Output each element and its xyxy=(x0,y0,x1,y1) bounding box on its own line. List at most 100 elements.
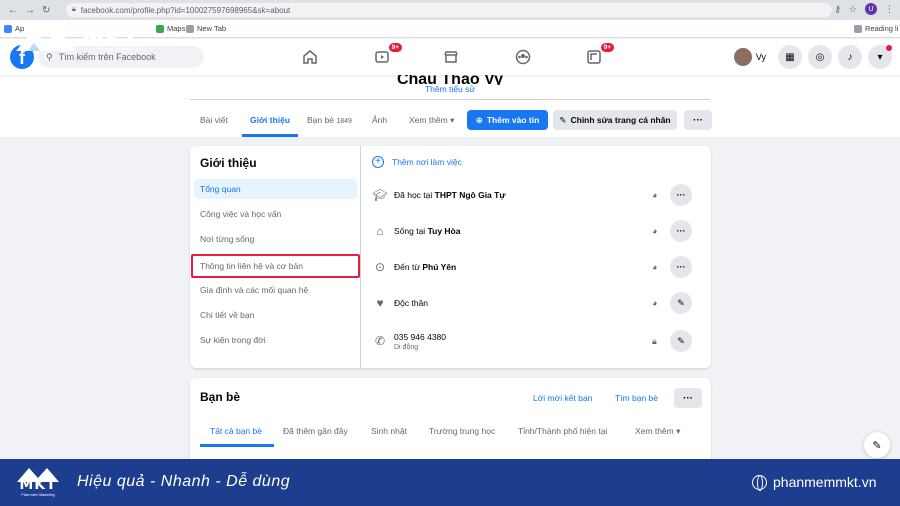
profile-header: Châu Thảo Vy Thêm tiểu sử Bài viết Giới … xyxy=(0,71,900,137)
about-nav-work-education[interactable]: Công việc và học vấn xyxy=(194,204,357,224)
phone-type: Di động xyxy=(394,343,419,351)
friends-tab-birthdays[interactable]: Sinh nhật xyxy=(371,426,407,436)
add-story-button[interactable]: ⊕ Thêm vào tin xyxy=(467,110,548,130)
info-text: Độc thân xyxy=(394,298,429,308)
highlight-box xyxy=(191,254,360,278)
globe-icon[interactable]: ◕ xyxy=(652,190,657,200)
info-text: Đã học tại THPT Ngô Gia Tự xyxy=(394,190,506,200)
bell-icon: ♪ xyxy=(847,51,853,63)
account-button[interactable]: ▾ xyxy=(868,45,892,69)
new-message-button[interactable]: ✎ xyxy=(864,432,890,458)
mkt-mountain-icon xyxy=(17,468,59,482)
about-nav-family[interactable]: Gia đình và các mối quan hệ xyxy=(194,280,357,300)
more-options-button[interactable]: ··· xyxy=(684,110,712,130)
reload-icon[interactable]: ↻ xyxy=(42,5,50,16)
friends-more-button[interactable]: ··· xyxy=(674,388,702,408)
row-options-button[interactable]: ··· xyxy=(670,220,692,242)
caret-down-icon: ▾ xyxy=(450,115,455,125)
menu-grid-button[interactable]: ▦ xyxy=(778,45,802,69)
globe-icon[interactable]: ◕ xyxy=(652,298,657,308)
grid-icon: ▦ xyxy=(785,51,795,63)
ellipsis-icon: ··· xyxy=(693,114,703,126)
header-right-actions: Vy ▦ ◎ ♪ ▾ xyxy=(732,45,892,69)
about-nav-life-events[interactable]: Sự kiện trong đời xyxy=(194,330,357,350)
lock-icon[interactable]: 🔒︎ xyxy=(652,336,657,347)
messenger-button[interactable]: ◎ xyxy=(808,45,832,69)
info-row-phone: ✆ 035 946 4380 Di động 🔒︎ ✎ xyxy=(372,326,692,356)
globe-icon[interactable]: ◕ xyxy=(652,226,657,236)
forward-icon[interactable]: → xyxy=(25,5,35,16)
phone-icon: ✆ xyxy=(374,334,386,348)
add-bio-link[interactable]: Thêm tiểu sử xyxy=(0,84,900,94)
graduation-cap-icon: 🎓︎ xyxy=(372,188,388,202)
add-workplace-link[interactable]: + Thêm nơi làm việc xyxy=(372,156,462,168)
mkt-mountain-icon xyxy=(16,29,76,51)
tab-about[interactable]: Giới thiệu xyxy=(250,115,290,125)
notification-dot xyxy=(886,45,892,51)
bookmark-reading-list[interactable]: Reading li xyxy=(854,24,898,33)
friends-tab-more-label: Xem thêm xyxy=(635,426,674,436)
star-icon[interactable]: ☆ xyxy=(849,4,857,15)
plus-icon: ⊕ xyxy=(475,114,483,125)
edit-row-button[interactable]: ✎ xyxy=(670,292,692,314)
friends-tab-more[interactable]: Xem thêm ▾ xyxy=(635,426,680,437)
pencil-icon: ✎ xyxy=(559,114,567,125)
friends-card: Bạn bè Lời mời kết bạn Tìm bạn bè ··· Tấ… xyxy=(190,378,711,468)
key-icon[interactable]: ⚷ xyxy=(834,4,841,15)
banner-logo-subtitle: Phần mềm Marketing xyxy=(21,493,55,497)
banner-slogan: Hiệu quả - Nhanh - Dễ dùng xyxy=(77,473,291,490)
watch-badge: 9+ xyxy=(388,43,402,52)
find-friends-link[interactable]: Tìm bạn bè xyxy=(615,393,658,403)
edit-profile-label: Chỉnh sửa trang cá nhân xyxy=(570,115,671,125)
marketplace-icon[interactable] xyxy=(441,47,461,67)
browser-profile-avatar[interactable]: U xyxy=(865,3,877,15)
globe-icon xyxy=(752,474,767,491)
home-icon[interactable] xyxy=(300,47,320,67)
profile-shortcut-name: Vy xyxy=(755,52,766,62)
gaming-icon[interactable]: 9+ xyxy=(584,43,614,67)
home-icon: ⌂ xyxy=(376,224,384,238)
browser-toolbar: ← → ↻ 🔒︎ facebook.com/profile.php?id=100… xyxy=(0,0,900,20)
tab-posts[interactable]: Bài viết xyxy=(200,115,228,125)
about-card: Giới thiệu Tổng quan Công việc và học vấ… xyxy=(190,146,711,368)
address-bar[interactable]: 🔒︎ facebook.com/profile.php?id=100027597… xyxy=(66,3,832,17)
apps-icon xyxy=(4,24,12,33)
friends-tab-recent[interactable]: Đã thêm gần đây xyxy=(283,426,348,436)
friend-requests-link[interactable]: Lời mời kết bạn xyxy=(533,393,592,403)
browser-nav: ← → ↻ xyxy=(0,5,64,16)
watch-icon[interactable]: 9+ xyxy=(372,43,402,67)
about-nav-details[interactable]: Chi tiết về bạn xyxy=(194,305,357,325)
notifications-button[interactable]: ♪ xyxy=(838,45,862,69)
bookmark-new-tab[interactable]: New Tab xyxy=(186,24,226,33)
banner-website: phanmemmkt.vn xyxy=(752,474,877,491)
groups-icon[interactable] xyxy=(513,47,533,67)
edit-row-button[interactable]: ✎ xyxy=(670,330,692,352)
row-options-button[interactable]: ··· xyxy=(670,184,692,206)
friends-tab-all[interactable]: Tất cả bạn bè xyxy=(210,426,262,436)
tab-friends[interactable]: Bạn bè 1849 xyxy=(307,115,352,125)
heart-icon: ♥ xyxy=(376,296,384,310)
bookmark-maps[interactable]: Maps xyxy=(156,24,185,33)
tab-more[interactable]: Xem thêm ▾ xyxy=(409,115,454,126)
edit-profile-button[interactable]: ✎ Chỉnh sửa trang cá nhân xyxy=(553,110,677,130)
tab-photos[interactable]: Ảnh xyxy=(372,115,387,125)
about-title: Giới thiệu xyxy=(200,156,257,170)
messenger-icon: ◎ xyxy=(815,51,825,63)
friends-title: Bạn bè xyxy=(200,390,241,404)
info-row-relationship: ♥ Độc thân ◕ ✎ xyxy=(372,291,692,315)
friends-count: 1849 xyxy=(336,118,352,125)
chevron-down-icon: ▾ xyxy=(877,51,883,63)
menu-icon[interactable]: ⋮ xyxy=(885,4,894,15)
info-row-education: 🎓︎ Đã học tại THPT Ngô Gia Tự ◕ ··· xyxy=(372,183,692,207)
profile-shortcut[interactable]: Vy xyxy=(732,46,772,68)
friends-tab-high-school[interactable]: Trường trung học xyxy=(429,426,495,436)
row-options-button[interactable]: ··· xyxy=(670,256,692,278)
tab-friends-label: Bạn bè xyxy=(307,115,334,125)
friends-tab-current-city[interactable]: Tỉnh/Thành phố hiện tại xyxy=(518,426,607,436)
banner-website-text: phanmemmkt.vn xyxy=(773,474,877,490)
globe-icon[interactable]: ◕ xyxy=(652,262,657,272)
compose-icon: ✎ xyxy=(872,439,882,452)
about-nav-overview[interactable]: Tổng quan xyxy=(194,179,357,199)
about-nav-places[interactable]: Nơi từng sống xyxy=(194,229,357,249)
back-icon[interactable]: ← xyxy=(8,5,18,16)
